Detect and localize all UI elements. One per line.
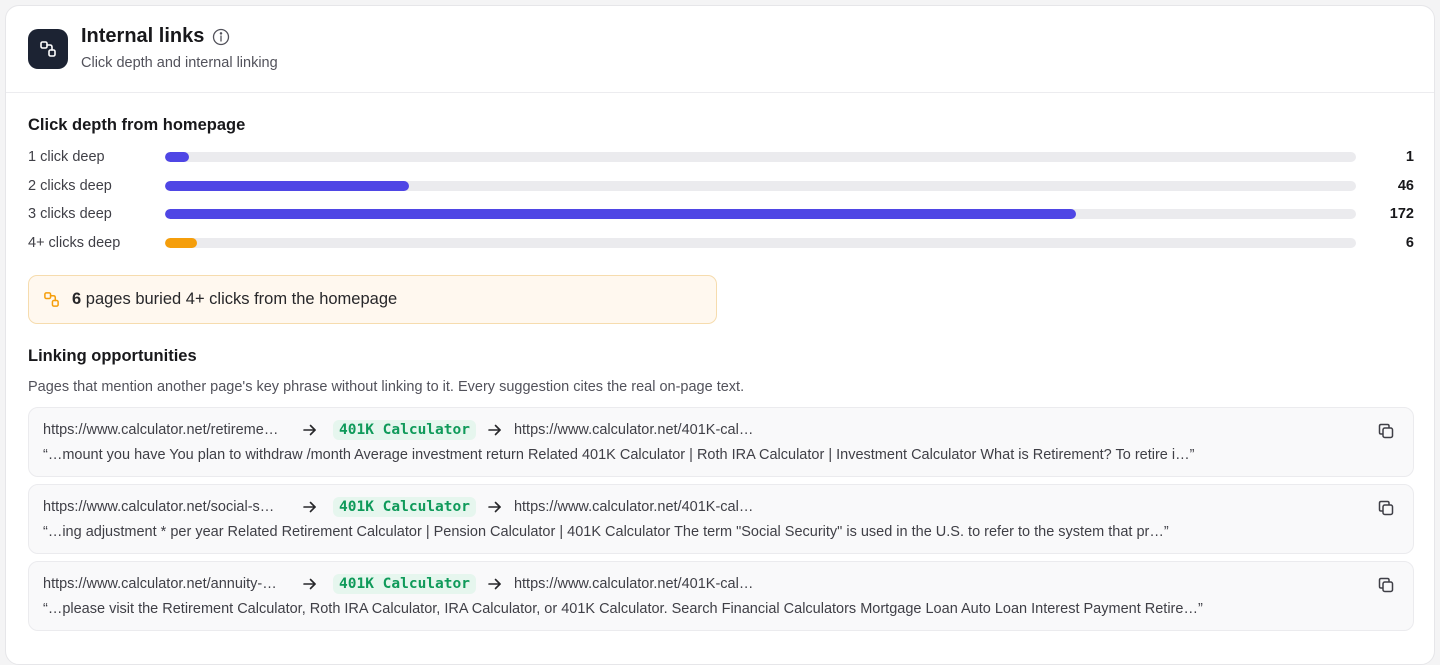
arrow-right-icon: [486, 421, 504, 439]
depth-bar-fill: [165, 238, 198, 248]
depth-bar-fill: [165, 209, 1077, 219]
copy-icon[interactable]: [1375, 574, 1397, 596]
page-subtitle: Click depth and internal linking: [81, 55, 278, 71]
depth-label: 2 clicks deep: [28, 178, 112, 194]
depth-bar-track: [165, 181, 1356, 191]
arrow-right-icon: [486, 575, 504, 593]
depth-bar-track: [165, 152, 1356, 162]
copy-icon[interactable]: [1375, 497, 1397, 519]
card-header: Internal links Click depth and internal …: [6, 6, 1434, 93]
linking-opportunities-title: Linking opportunities: [28, 347, 197, 365]
target-url[interactable]: https://www.calculator.net/401K-cal…: [514, 422, 753, 438]
link-nodes-icon: [28, 29, 68, 69]
arrow-right-icon: [301, 498, 319, 516]
source-url[interactable]: https://www.calculator.net/annuity-…: [43, 576, 293, 592]
target-url[interactable]: https://www.calculator.net/401K-cal…: [514, 576, 753, 592]
page-quote: “…ing adjustment * per year Related Reti…: [43, 524, 1169, 540]
depth-count: 6: [1405, 235, 1414, 251]
page-title: Internal links: [81, 25, 230, 48]
depth-row: 2 clicks deep 46: [28, 176, 1414, 196]
buried-pages-alert: 6 pages buried 4+ clicks from the homepa…: [28, 275, 717, 324]
depth-bar-track: [165, 209, 1356, 219]
page-title-text: Internal links: [81, 25, 205, 47]
opportunity-link-path: https://www.calculator.net/social-s… 401K…: [43, 495, 753, 519]
depth-bar-fill: [165, 181, 410, 191]
key-phrase: 401K Calculator: [333, 574, 476, 594]
depth-count: 1: [1405, 149, 1414, 165]
opportunity-link-path: https://www.calculator.net/retireme… 401K…: [43, 418, 753, 442]
source-url[interactable]: https://www.calculator.net/retireme…: [43, 422, 293, 438]
link-nodes-icon: [43, 291, 60, 308]
source-url[interactable]: https://www.calculator.net/social-s…: [43, 499, 293, 515]
depth-label: 4+ clicks deep: [28, 235, 121, 251]
page-quote: “…mount you have You plan to withdraw /m…: [43, 447, 1195, 463]
internal-links-card: Internal links Click depth and internal …: [5, 5, 1435, 665]
alert-count: 6: [72, 290, 82, 308]
depth-bar-fill: [165, 152, 189, 162]
page-quote: “…please visit the Retirement Calculator…: [43, 601, 1203, 617]
depth-label: 3 clicks deep: [28, 206, 112, 222]
alert-text: 6 pages buried 4+ clicks from the homepa…: [72, 290, 397, 309]
alert-message: pages buried 4+ clicks from the homepage: [85, 290, 398, 308]
linking-opportunity-item: https://www.calculator.net/retireme… 401K…: [28, 407, 1414, 477]
depth-count: 46: [1397, 178, 1414, 194]
depth-row: 4+ clicks deep 6: [28, 233, 1414, 253]
depth-label: 1 click deep: [28, 149, 105, 165]
arrow-right-icon: [301, 421, 319, 439]
copy-icon[interactable]: [1375, 420, 1397, 442]
arrow-right-icon: [486, 498, 504, 516]
depth-count: 172: [1389, 206, 1414, 222]
info-icon[interactable]: [212, 28, 230, 46]
key-phrase: 401K Calculator: [333, 420, 476, 440]
depth-bar-track: [165, 238, 1356, 248]
arrow-right-icon: [301, 575, 319, 593]
depth-row: 3 clicks deep 172: [28, 204, 1414, 224]
key-phrase: 401K Calculator: [333, 497, 476, 517]
depth-row: 1 click deep 1: [28, 147, 1414, 167]
target-url[interactable]: https://www.calculator.net/401K-cal…: [514, 499, 753, 515]
linking-opportunity-item: https://www.calculator.net/social-s… 401K…: [28, 484, 1414, 554]
opportunity-link-path: https://www.calculator.net/annuity-… 401K…: [43, 572, 753, 596]
linking-description: Pages that mention another page's key ph…: [28, 379, 745, 395]
click-depth-title: Click depth from homepage: [28, 116, 246, 134]
linking-opportunity-item: https://www.calculator.net/annuity-… 401K…: [28, 561, 1414, 631]
